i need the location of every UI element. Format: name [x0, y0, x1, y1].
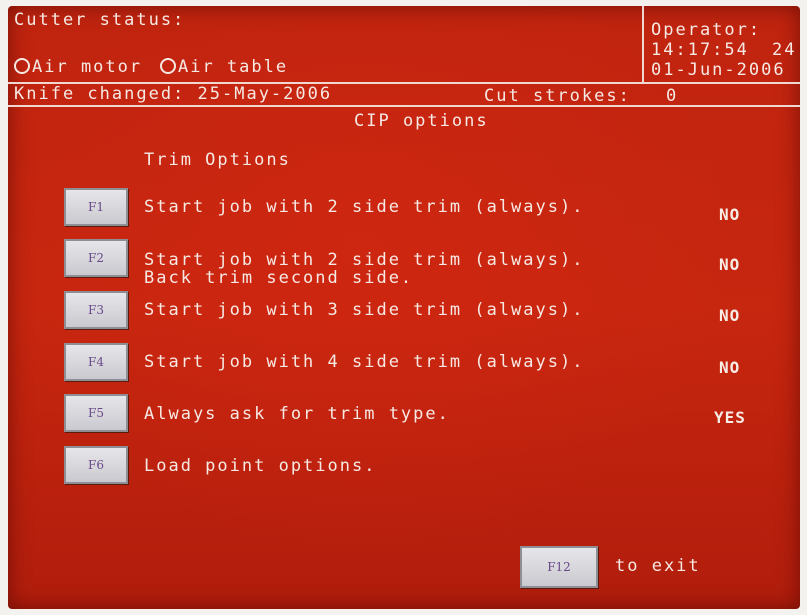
screen: Cutter status: Air motor Air table Opera…	[8, 6, 800, 609]
air-motor-status: Air motor	[14, 57, 142, 77]
f2-button[interactable]: F2	[64, 239, 128, 277]
air-table-indicator-icon	[160, 58, 176, 74]
option-f6-text: Load point options.	[144, 456, 377, 476]
option-f3-text: Start job with 3 side trim (always).	[144, 300, 585, 320]
f6-button[interactable]: F6	[64, 446, 128, 484]
f12-exit-button[interactable]: F12	[520, 546, 598, 588]
date-display: 01-Jun-2006	[651, 60, 786, 80]
header-divider-2	[8, 105, 800, 107]
f1-button[interactable]: F1	[64, 188, 128, 226]
option-f2-value: NO	[719, 255, 741, 274]
time-suffix: 24	[772, 40, 797, 60]
air-table-label: Air table	[178, 57, 289, 77]
f4-button[interactable]: F4	[64, 343, 128, 381]
option-f5-value: YES	[714, 408, 746, 427]
option-f1-text: Start job with 2 side trim (always).	[144, 197, 585, 217]
f5-button[interactable]: F5	[64, 394, 128, 432]
option-f4-text: Start job with 4 side trim (always).	[144, 352, 585, 372]
air-motor-indicator-icon	[14, 58, 30, 74]
exit-label: to exit	[615, 556, 701, 576]
option-f4-value: NO	[719, 358, 741, 377]
option-f2-text: Start job with 2 side trim (always).	[144, 250, 585, 270]
time-display: 14:17:54	[651, 40, 749, 60]
air-table-status: Air table	[160, 57, 288, 77]
knife-changed: Knife changed: 25-May-2006	[14, 84, 333, 104]
option-f3-value: NO	[719, 306, 741, 325]
operator-label: Operator:	[651, 20, 762, 40]
page-title: CIP options	[354, 111, 489, 131]
option-f1-value: NO	[719, 205, 741, 224]
f3-button[interactable]: F3	[64, 291, 128, 329]
cut-strokes-label: Cut strokes:	[484, 86, 631, 106]
option-f5-text: Always ask for trim type.	[144, 404, 450, 424]
air-motor-label: Air motor	[32, 57, 143, 77]
cut-strokes-value: 0	[666, 86, 679, 106]
section-title: Trim Options	[144, 150, 291, 170]
header-divider-vertical	[642, 6, 644, 82]
option-f2-text-line2: Back trim second side.	[144, 268, 414, 288]
cutter-status-label: Cutter status:	[14, 10, 186, 30]
